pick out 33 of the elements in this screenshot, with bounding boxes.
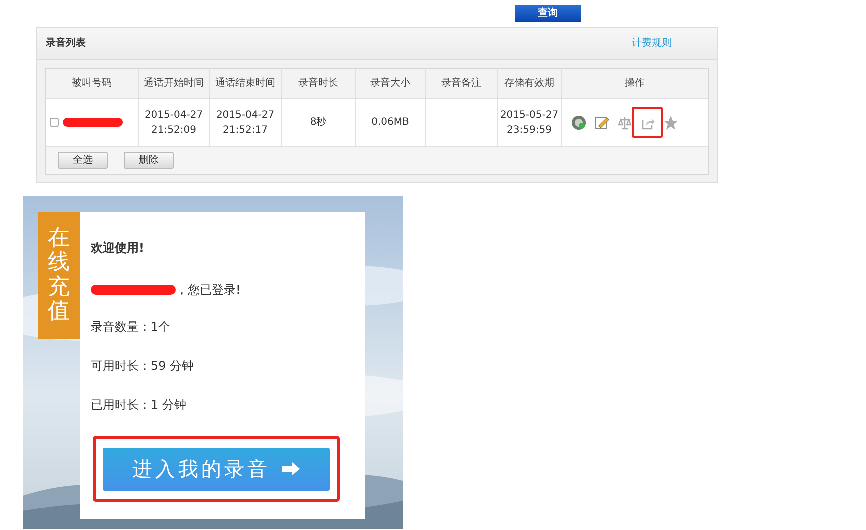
- edit-icon[interactable]: [594, 114, 610, 130]
- login-status: ，您已登录!: [176, 282, 241, 299]
- column-header: 操作: [625, 77, 645, 91]
- redaction-mark: [63, 118, 123, 127]
- star-icon[interactable]: [662, 114, 678, 130]
- column-header: 通话结束时间: [216, 76, 276, 91]
- table-cell-text: 2015-04-27: [216, 108, 275, 122]
- panel-title: 录音列表: [46, 36, 86, 51]
- stat-text: 录音数量：1个: [91, 319, 172, 336]
- stat-text: 已用时长：1 分钟: [91, 397, 188, 414]
- table-cell-text: 2015-04-27: [144, 108, 204, 122]
- recharge-label: 在线充值: [48, 227, 70, 324]
- arrow-right-icon: [280, 461, 300, 477]
- stat-text: 可用时长：59 分钟: [91, 358, 196, 375]
- scale-icon[interactable]: [616, 114, 632, 130]
- action-button[interactable]: 全选: [58, 152, 108, 169]
- table-cell-text: 21:52:09: [152, 124, 196, 138]
- action-button[interactable]: 删除: [124, 152, 174, 169]
- table-cell-text: 23:59:59: [507, 124, 552, 138]
- column-header: 被叫号码: [72, 76, 112, 91]
- column-header: 录音大小: [370, 76, 410, 91]
- column-header: 录音备注: [442, 76, 482, 91]
- checkbox[interactable]: [50, 118, 59, 127]
- globe-icon[interactable]: [570, 114, 586, 130]
- table-cell-text: 21:52:17: [223, 124, 268, 138]
- column-header: 录音时长: [298, 76, 338, 91]
- column-header: 通话开始时间: [144, 76, 204, 91]
- table-cell-text: 8秒: [310, 116, 327, 130]
- table-cell-text: 0.06MB: [372, 116, 410, 130]
- column-header: 存储有效期: [504, 76, 554, 91]
- table-cell-text: 2015-05-27: [500, 108, 559, 122]
- welcome-text: 欢迎使用!: [91, 240, 146, 257]
- query-button[interactable]: 查询: [515, 5, 581, 22]
